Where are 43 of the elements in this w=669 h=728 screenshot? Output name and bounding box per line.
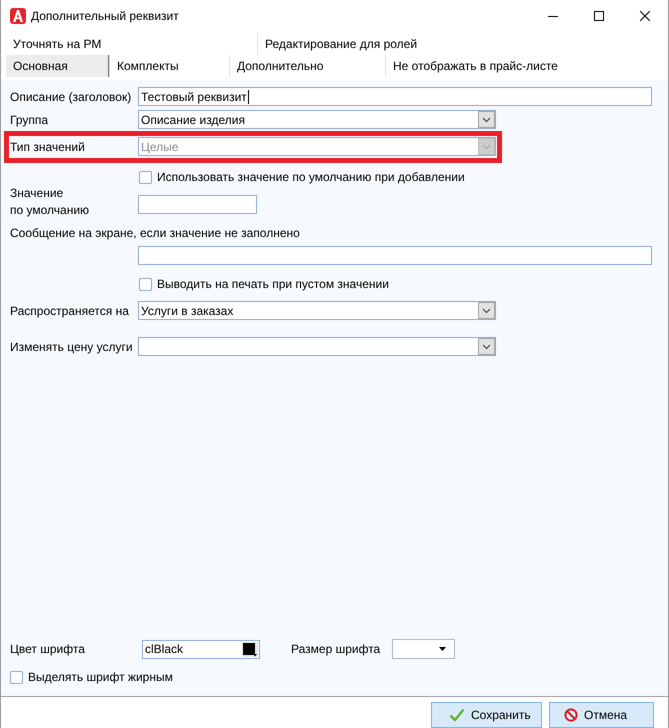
field-label: Цвет шрифта [10, 641, 86, 658]
checkbox-label: Выводить на печать при пустом значении [157, 276, 389, 293]
dropdown[interactable] [138, 337, 496, 356]
tab[interactable]: Редактирование для ролей [257, 33, 508, 55]
color-swatch-icon [242, 642, 258, 656]
chevron-down-icon [478, 338, 495, 355]
text-field[interactable] [138, 246, 652, 265]
maximize-icon [594, 11, 604, 21]
app-logo-icon [10, 8, 26, 24]
field-label: Описание (заголовок) [10, 88, 132, 106]
tab[interactable]: Комплекты [109, 55, 229, 77]
checkmark-icon [449, 708, 465, 722]
dropdown[interactable] [392, 639, 455, 659]
save-button[interactable]: Сохранить [431, 702, 542, 728]
text-field[interactable] [138, 195, 257, 214]
field-label: Сообщение на экране, если значение не заполнено [10, 225, 300, 241]
chevron-down-icon [478, 138, 495, 155]
tab[interactable]: Не отображать в прайс-листе [385, 55, 611, 77]
caret-down-icon [439, 647, 446, 651]
field-label: Изменять цену услуги [10, 338, 134, 356]
checkbox-label: Выделять шрифт жирным [28, 669, 173, 686]
window-title: Дополнительный реквизит [31, 8, 179, 25]
prohibited-icon [564, 708, 578, 722]
dropdown[interactable]: Услуги в заказах [138, 301, 496, 320]
color-picker[interactable]: clBlack [142, 640, 260, 658]
field-label: Группа [10, 112, 50, 128]
close-icon [640, 11, 650, 21]
cancel-button[interactable]: Отмена [549, 702, 654, 728]
checkbox-label: Использовать значение по умолчанию при добавлении [157, 169, 465, 186]
tab[interactable]: Уточнять на РМ [6, 33, 257, 55]
chevron-down-icon [478, 111, 495, 128]
checkbox[interactable] [10, 670, 23, 684]
checkbox[interactable] [139, 278, 152, 290]
checkbox[interactable] [139, 170, 152, 184]
field-label: Размер шрифта [291, 641, 382, 658]
dropdown[interactable]: Описание изделия [138, 110, 496, 129]
text-field[interactable]: Тестовый реквизит [138, 87, 652, 106]
field-label: Значение по умолчанию [10, 185, 90, 219]
tab[interactable]: Дополнительно [229, 55, 385, 77]
tab[interactable]: Основная [6, 55, 109, 77]
field-label: Распространяется на [10, 302, 130, 320]
field-label: Тип значений [10, 138, 86, 156]
chevron-down-icon [478, 302, 495, 319]
